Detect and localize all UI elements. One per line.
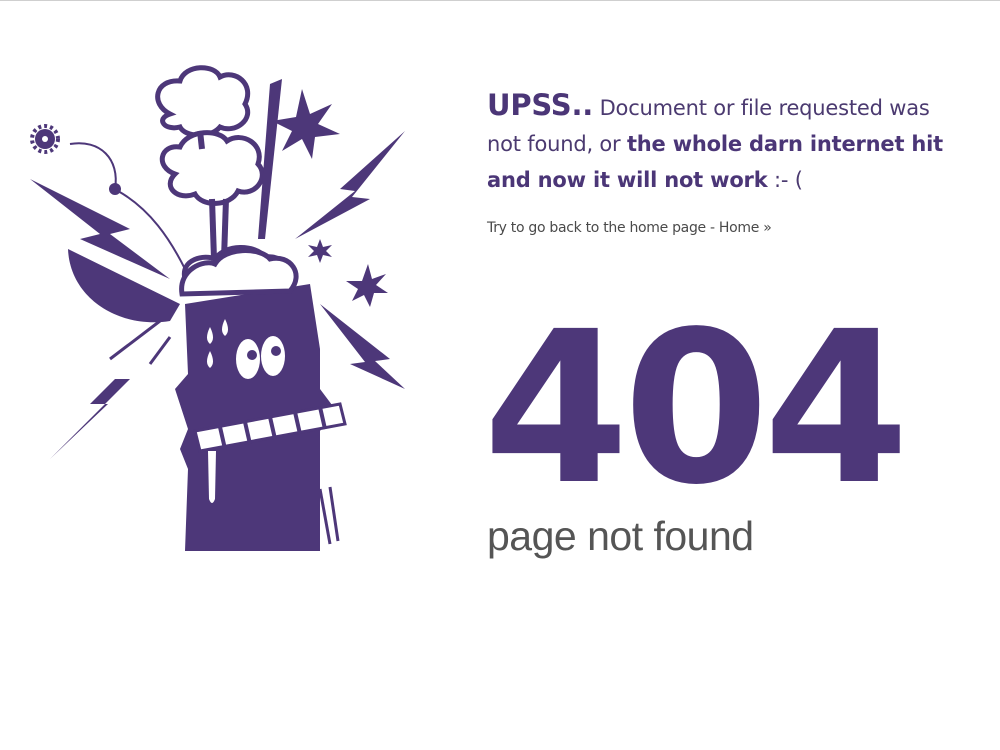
error-message-block: UPSS.. Document or file requested was no… [487, 87, 967, 236]
back-home-label: Try to go back to the home page - [487, 220, 719, 236]
message-tail: :- ( [767, 168, 803, 192]
error-code: 404 [483, 286, 909, 531]
back-home-text: Try to go back to the home page - Home » [487, 220, 967, 236]
gear-icon [30, 124, 60, 154]
error-message: UPSS.. Document or file requested was no… [487, 87, 967, 198]
upss-label: UPSS.. [487, 88, 594, 122]
home-link[interactable]: Home » [719, 220, 772, 236]
error-page: UPSS.. Document or file requested was no… [0, 0, 1000, 750]
error-label: page not found [487, 513, 754, 559]
exploding-head-icon [20, 59, 420, 559]
